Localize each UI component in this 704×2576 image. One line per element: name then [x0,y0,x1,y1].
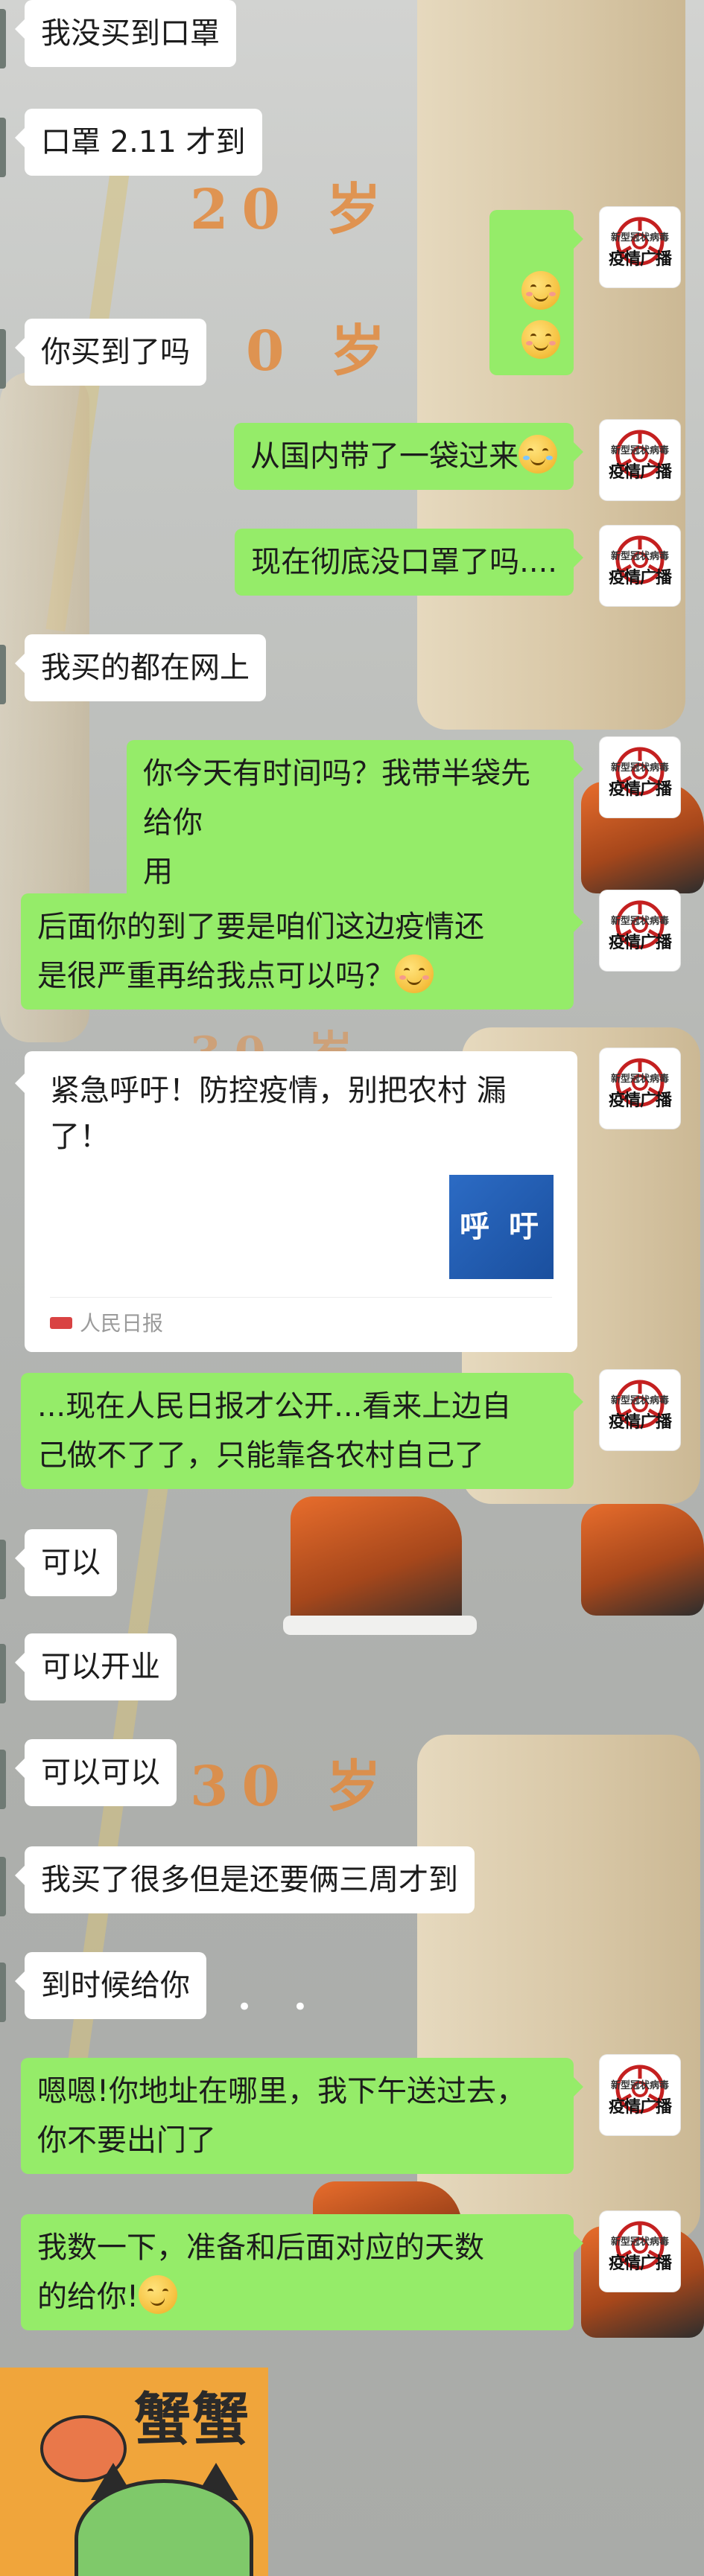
wallpaper-age-text: 20 岁 [190,178,395,242]
incoming-message[interactable]: 我没买到口罩 [15,0,236,67]
article-share-card[interactable]: 紧急呼吁！防控疫情，别把农村 漏了！ 呼 吁 人民日报 [15,1051,577,1352]
slightly-smiling-face-icon [521,320,560,359]
outgoing-message[interactable]: 嗯嗯!你地址在哪里，我下午送过去， 你不要出门了 [21,2058,583,2174]
incoming-message[interactable]: 可以开业 [15,1633,177,1700]
wallpaper-age-text: 30 岁 [190,1755,395,1819]
outgoing-message[interactable]: ...现在人民日报才公开...看来上边自 己做不了了，只能靠各农村自己了 [21,1373,583,1489]
contact-avatar[interactable] [0,118,6,177]
contact-avatar[interactable] [0,1644,6,1703]
avatar-caption-small: 新型冠状病毒 [610,2080,669,2091]
contact-avatar[interactable] [0,1540,6,1599]
incoming-message[interactable]: 可以可以 [15,1739,177,1806]
newspaper-logo-icon [50,1317,72,1329]
my-avatar[interactable]: 新型冠状病毒 疫情广播 [600,890,680,971]
slightly-smiling-face-icon [395,954,434,993]
avatar-caption-small: 新型冠状病毒 [610,762,669,774]
my-avatar[interactable]: 新型冠状病毒 疫情广播 [600,2211,680,2292]
avatar-caption-large: 疫情广播 [608,463,672,482]
my-avatar[interactable]: 新型冠状病毒 疫情广播 [600,1048,680,1129]
outgoing-message[interactable]: 我数一下，准备和后面对应的天数 的给你! [21,2214,583,2330]
article-title: 紧急呼吁！防控疫情，别把农村 漏了！ [50,1074,507,1154]
incoming-message[interactable]: 我买的都在网上 [15,634,266,701]
message-text: 我数一下，准备和后面对应的天数 的给你! [37,2231,484,2314]
thanks-sticker[interactable]: 蟹蟹 [0,2368,268,2576]
message-text: 从国内带了一袋过来 [250,439,519,474]
contact-avatar[interactable] [0,9,6,68]
sticker-text: 蟹蟹 [134,2386,250,2452]
outgoing-message[interactable]: 你今天有时间吗？我带半袋先给你 用 [127,740,583,905]
contact-avatar[interactable] [0,329,6,389]
incoming-message[interactable]: 口罩 2.11 才到 [15,109,262,176]
avatar-caption-small: 新型冠状病毒 [610,445,669,456]
incoming-message[interactable]: 到时候给你 [15,1952,206,2019]
incoming-message[interactable]: 我买了很多但是还要俩三周才到 [15,1846,475,1913]
laughing-crying-face-icon [519,435,557,474]
avatar-caption-small: 新型冠状病毒 [610,551,669,562]
avatar-caption-large: 疫情广播 [608,250,672,269]
avatar-caption-large: 疫情广播 [608,1413,672,1432]
incoming-message[interactable]: 你买到了吗 [15,319,206,386]
article-thumbnail: 呼 吁 [449,1175,554,1279]
wallpaper-shoe [291,1496,462,1630]
contact-avatar[interactable] [0,1963,6,2022]
contact-avatar[interactable] [0,1750,6,1809]
article-source: 人民日报 [50,1307,163,1340]
card-divider [50,1297,552,1298]
my-avatar[interactable]: 新型冠状病毒 疫情广播 [600,1370,680,1450]
wallpaper-shoe-sole [283,1616,477,1635]
wallpaper-age-text: 0 岁 [246,319,399,383]
contact-avatar[interactable] [0,645,6,704]
avatar-caption-large: 疫情广播 [608,2098,672,2117]
avatar-caption-large: 疫情广播 [608,780,672,799]
my-avatar[interactable]: 新型冠状病毒 疫情广播 [600,526,680,606]
avatar-caption-small: 新型冠状病毒 [610,1074,669,1085]
typing-indicator: • • [237,1992,324,2022]
avatar-caption-large: 疫情广播 [608,1091,672,1110]
avatar-caption-large: 疫情广播 [608,569,672,587]
my-avatar[interactable]: 新型冠状病毒 疫情广播 [600,207,680,287]
avatar-caption-small: 新型冠状病毒 [610,2237,669,2248]
smirking-face-icon [139,2275,178,2314]
incoming-message[interactable]: 可以 [15,1529,117,1596]
article-source-name: 人民日报 [80,1311,164,1336]
outgoing-message[interactable]: 后面你的到了要是咱们这边疫情还 是很严重再给我点可以吗？ [21,893,583,1010]
outgoing-message[interactable]: 现在彻底没口罩了吗.... [235,529,583,596]
avatar-caption-small: 新型冠状病毒 [610,1395,669,1406]
my-avatar[interactable]: 新型冠状病毒 疫情广播 [600,420,680,500]
outgoing-message[interactable] [489,210,584,375]
my-avatar[interactable]: 新型冠状病毒 疫情广播 [600,2055,680,2135]
my-avatar[interactable]: 新型冠状病毒 疫情广播 [600,737,680,817]
avatar-caption-large: 疫情广播 [608,934,672,952]
avatar-caption-large: 疫情广播 [608,2254,672,2273]
avatar-caption-small: 新型冠状病毒 [610,232,669,243]
contact-avatar[interactable] [0,1857,6,1916]
wallpaper-shoe [581,1504,704,1616]
slightly-smiling-face-icon [521,271,560,310]
avatar-caption-small: 新型冠状病毒 [610,916,669,927]
outgoing-message[interactable]: 从国内带了一袋过来 [234,423,583,490]
